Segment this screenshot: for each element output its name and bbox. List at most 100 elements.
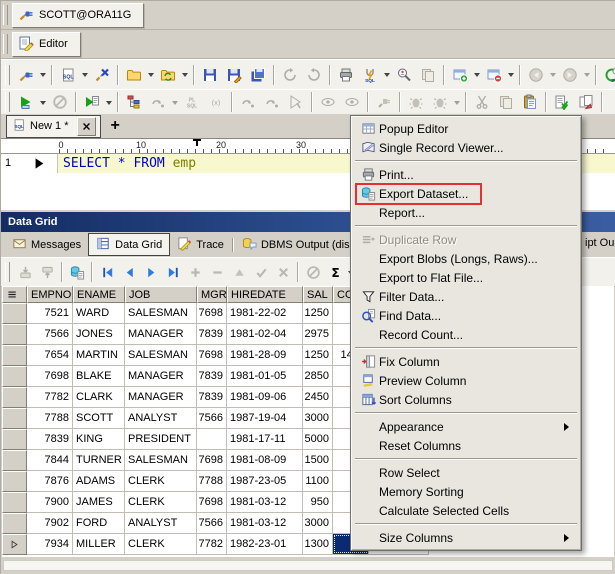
table-cell[interactable]: 2975 <box>303 324 333 345</box>
row-selector[interactable] <box>2 471 27 492</box>
row-selector[interactable] <box>2 303 27 324</box>
table-cell[interactable]: 7698 <box>197 492 227 513</box>
table-cell[interactable]: 7876 <box>27 471 73 492</box>
compare-files-button[interactable] <box>574 90 598 114</box>
table-cell[interactable]: 1300 <box>303 534 333 555</box>
table-cell[interactable]: 5000 <box>303 429 333 450</box>
menu-item-preview-column[interactable]: Preview Column <box>353 371 579 390</box>
table-cell[interactable]: 7788 <box>27 408 73 429</box>
column-header-hiredate[interactable]: HIREDATE <box>227 286 303 303</box>
menu-item-print[interactable]: Print... <box>353 165 579 184</box>
describe-object-button[interactable] <box>392 63 416 87</box>
table-cell[interactable]: 1500 <box>303 450 333 471</box>
table-cell[interactable]: TURNER <box>73 450 125 471</box>
menu-item-export-blobs-longs-raws[interactable]: Export Blobs (Longs, Raws)... <box>353 249 579 268</box>
new-document-window-dropdown[interactable] <box>472 64 482 86</box>
save-all-button[interactable] <box>246 63 270 87</box>
new-sql-window-button[interactable]: SQL <box>56 63 80 87</box>
reload-file-dropdown[interactable] <box>180 64 190 86</box>
menu-item-calculate-selected-cells[interactable]: Calculate Selected Cells <box>353 501 579 520</box>
editor-tab[interactable]: Editor <box>12 32 81 57</box>
table-cell[interactable]: 1981-02-04 <box>227 324 303 345</box>
analyze-sql-dropdown[interactable] <box>382 64 392 86</box>
save-file-button[interactable] <box>198 63 222 87</box>
prior-record-button[interactable] <box>118 261 140 283</box>
table-cell[interactable]: 1987-19-04 <box>227 408 303 429</box>
table-cell[interactable]: ANALYST <box>125 408 197 429</box>
table-cell[interactable]: MILLER <box>73 534 125 555</box>
menu-item-size-columns[interactable]: Size Columns <box>353 528 579 547</box>
explain-plan-button[interactable] <box>122 90 146 114</box>
connection-tab[interactable]: SCOTT@ORA11G <box>12 3 144 28</box>
row-selector[interactable] <box>2 534 27 555</box>
table-cell[interactable]: 7934 <box>27 534 73 555</box>
table-cell[interactable]: 1981-03-12 <box>227 513 303 534</box>
row-selector-header[interactable] <box>2 286 27 303</box>
menu-item-find-data[interactable]: Find Data... <box>353 306 579 325</box>
table-cell[interactable]: 1981-17-11 <box>227 429 303 450</box>
table-cell[interactable]: ADAMS <box>73 471 125 492</box>
menu-item-filter-data[interactable]: Filter Data... <box>353 287 579 306</box>
table-cell[interactable]: 2850 <box>303 366 333 387</box>
aggregate-sigma-button[interactable]: Σ <box>324 261 346 283</box>
tab-trace[interactable]: Trace <box>170 235 231 254</box>
table-cell[interactable]: 1100 <box>303 471 333 492</box>
table-cell[interactable]: SALESMAN <box>125 303 197 324</box>
disconnect-button[interactable] <box>90 63 114 87</box>
scrollbar-track[interactable] <box>3 560 613 571</box>
row-selector[interactable] <box>2 408 27 429</box>
paste-button[interactable] <box>518 90 542 114</box>
menu-item-memory-sorting[interactable]: Memory Sorting <box>353 482 579 501</box>
column-header-job[interactable]: JOB <box>125 286 197 303</box>
analyze-sql-button[interactable]: SQL <box>358 63 382 87</box>
table-cell[interactable]: JONES <box>73 324 125 345</box>
table-cell[interactable]: 7839 <box>197 387 227 408</box>
new-document-window-button[interactable] <box>448 63 472 87</box>
menu-item-sort-columns[interactable]: Sort Columns <box>353 390 579 409</box>
table-cell[interactable]: 7566 <box>197 513 227 534</box>
table-cell[interactable]: 1981-01-05 <box>227 366 303 387</box>
row-selector[interactable] <box>2 387 27 408</box>
save-file-as-button[interactable] <box>222 63 246 87</box>
open-file-dropdown[interactable] <box>146 64 156 86</box>
table-cell[interactable]: KING <box>73 429 125 450</box>
menu-item-popup-editor[interactable]: Popup Editor <box>353 119 579 138</box>
menu-item-fix-column[interactable]: Fix Column <box>353 352 579 371</box>
table-cell[interactable]: 1981-08-09 <box>227 450 303 471</box>
execute-statement-dropdown[interactable] <box>38 91 48 113</box>
table-cell[interactable]: 7844 <box>27 450 73 471</box>
table-cell[interactable]: 7839 <box>197 366 227 387</box>
row-selector[interactable] <box>2 429 27 450</box>
table-cell[interactable]: 1981-09-06 <box>227 387 303 408</box>
table-cell[interactable]: 1981-28-09 <box>227 345 303 366</box>
table-cell[interactable]: 3000 <box>303 513 333 534</box>
table-cell[interactable]: 7698 <box>197 450 227 471</box>
table-cell[interactable]: MANAGER <box>125 366 197 387</box>
connect-dropdown[interactable] <box>38 64 48 86</box>
sql-recall-button[interactable]: SQL <box>600 63 615 87</box>
table-cell[interactable]: 1982-23-01 <box>227 534 303 555</box>
new-sql-window-dropdown[interactable] <box>80 64 90 86</box>
table-cell[interactable]: ANALYST <box>125 513 197 534</box>
tab-script-output-fragment[interactable]: ipt Ou <box>585 237 614 249</box>
table-cell[interactable]: 7782 <box>27 387 73 408</box>
menu-item-export-dataset[interactable]: Export Dataset... <box>353 184 579 203</box>
toolbar-grip[interactable] <box>3 34 8 54</box>
execute-statement-button[interactable] <box>14 90 38 114</box>
row-selector[interactable] <box>2 492 27 513</box>
table-cell[interactable]: 1250 <box>303 303 333 324</box>
toolbar-grip[interactable] <box>5 65 10 85</box>
next-record-button[interactable] <box>140 261 162 283</box>
table-cell[interactable]: CLARK <box>73 387 125 408</box>
close-document-window-dropdown[interactable] <box>506 64 516 86</box>
table-cell[interactable]: MANAGER <box>125 387 197 408</box>
toolbar-grip[interactable] <box>5 262 10 282</box>
new-tab-button[interactable]: + <box>111 121 120 131</box>
first-record-button[interactable] <box>96 261 118 283</box>
menu-item-export-to-flat-file[interactable]: Export to Flat File... <box>353 268 579 287</box>
row-selector[interactable] <box>2 345 27 366</box>
row-selector[interactable] <box>2 513 27 534</box>
column-header-empno[interactable]: EMPNO <box>27 286 73 303</box>
column-header-sal[interactable]: SAL <box>303 286 333 303</box>
table-cell[interactable]: 7698 <box>197 345 227 366</box>
